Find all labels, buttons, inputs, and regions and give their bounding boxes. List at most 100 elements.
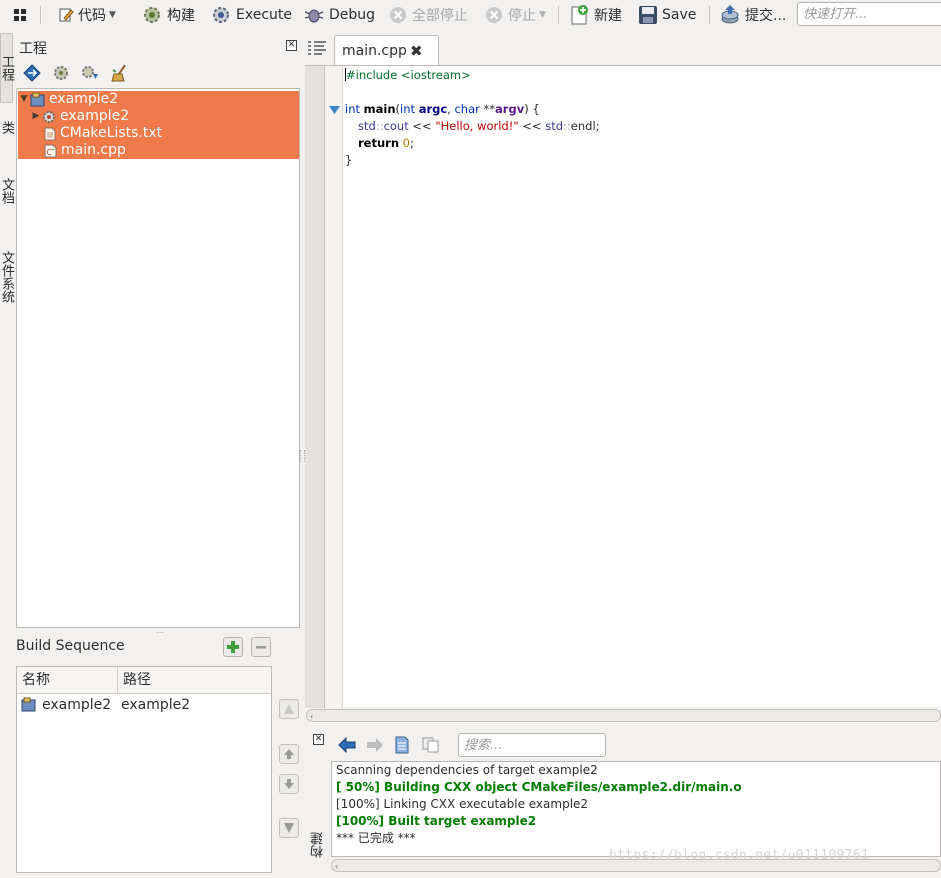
main-toolbar: 代码 ▼ 构建 Execute Debug 全部停止 停止 ▼ 新建 Save … — [0, 0, 941, 30]
editor-horizontal-scrollbar[interactable]: ‹ — [306, 709, 941, 722]
project-icon — [30, 92, 45, 107]
move-to-bottom-button[interactable] — [279, 818, 299, 838]
pencil-icon — [59, 8, 74, 22]
build-label: 构建 — [167, 8, 195, 24]
copy-icon[interactable] — [422, 737, 440, 753]
fold-arrow-icon[interactable] — [329, 106, 340, 114]
arrow-right-icon[interactable] — [366, 737, 384, 753]
tree-item-main-cpp[interactable]: C + main.cpp — [18, 142, 299, 159]
execute-button[interactable]: Execute — [210, 3, 292, 27]
tab-documents-label: 文档 — [0, 177, 14, 204]
code-token: int — [345, 102, 360, 116]
toolbar-divider — [558, 6, 559, 24]
code-menu-label: 代码 — [78, 8, 106, 24]
stop-icon — [486, 7, 502, 23]
code-token: << — [408, 119, 436, 133]
commit-label: 提交... — [745, 8, 787, 24]
debug-label: Debug — [329, 7, 376, 23]
plus-icon — [227, 641, 239, 653]
stop-button[interactable]: 停止 ▼ — [484, 3, 546, 27]
minus-icon — [256, 646, 266, 649]
code-area[interactable]: #include <iostream> int main(int argc, c… — [345, 67, 600, 169]
move-to-top-button[interactable] — [279, 699, 299, 719]
code-line: #include <iostream> — [345, 67, 600, 84]
scroll-left-icon[interactable]: ‹ — [335, 863, 338, 871]
project-panel-header: 工程 ✕ — [16, 36, 301, 57]
tab-project-label: 工程 — [0, 55, 14, 81]
bug-icon — [304, 9, 324, 23]
code-token: ; — [410, 136, 414, 150]
resize-grip[interactable]: ⋯ — [156, 628, 164, 637]
column-header-path[interactable]: 路径 — [117, 667, 271, 694]
build-output-log[interactable]: Scanning dependencies of target example2… — [331, 761, 941, 857]
tree-item-cmakelists[interactable]: CMakeLists.txt — [18, 125, 299, 142]
tab-project[interactable]: 工程 — [0, 33, 14, 103]
code-token: std — [358, 119, 376, 133]
output-line: Scanning dependencies of target example2 — [336, 763, 598, 777]
debug-button[interactable]: Debug — [303, 3, 375, 27]
move-top-icon — [284, 704, 294, 714]
code-menu-button[interactable]: 代码 ▼ — [58, 3, 116, 27]
arrow-left-icon[interactable] — [338, 737, 356, 753]
cpp-file-icon: C + — [44, 144, 57, 157]
arrow-up-icon — [284, 749, 294, 759]
reload-gear-icon[interactable] — [80, 64, 100, 82]
code-line: return 0; — [345, 135, 600, 152]
code-token: #include <iostream> — [346, 68, 471, 82]
quick-open-input[interactable] — [797, 2, 941, 26]
code-token: return — [358, 136, 400, 150]
column-header-name[interactable]: 名称 — [17, 667, 117, 694]
remove-from-build-sequence-button[interactable] — [251, 637, 271, 657]
tab-documents[interactable]: 文档 — [0, 163, 14, 218]
clean-broom-icon[interactable] — [110, 64, 130, 82]
stop-all-button[interactable]: 全部停止 — [388, 3, 468, 27]
project-panel-toolbar — [22, 64, 130, 84]
close-tab-icon[interactable]: ✖ — [410, 36, 423, 66]
area-switcher-button[interactable] — [13, 3, 27, 27]
document-list-icon[interactable] — [307, 40, 327, 56]
project-tree: ▼ example2 ▶ example2 CMakeLists.txt C +… — [16, 88, 300, 628]
new-file-button[interactable]: 新建 — [568, 3, 622, 27]
code-line: std::cout << "Hello, world!" << std::end… — [345, 118, 600, 135]
move-down-button[interactable] — [279, 774, 299, 794]
output-line: *** 已完成 *** — [336, 831, 416, 845]
code-token: ) { — [524, 102, 540, 116]
svg-text:+: + — [51, 147, 55, 153]
tab-build-output[interactable]: 构建 — [309, 832, 326, 858]
commit-button[interactable]: 提交... — [719, 3, 786, 27]
tab-main-cpp[interactable]: main.cpp ✖ — [334, 35, 439, 66]
tree-item-label: main.cpp — [61, 142, 126, 158]
document-icon[interactable] — [394, 736, 410, 754]
save-button[interactable]: Save — [638, 3, 696, 27]
build-gear-icon — [144, 7, 160, 23]
move-bottom-icon — [284, 823, 294, 833]
collapse-arrow-icon[interactable]: ▶ — [30, 108, 42, 125]
close-icon[interactable]: ✕ — [313, 734, 324, 745]
new-file-label: 新建 — [594, 8, 622, 24]
add-to-build-sequence-button[interactable] — [223, 637, 243, 657]
move-up-button[interactable] — [279, 744, 299, 764]
code-token: argc — [418, 102, 448, 116]
close-icon[interactable]: ✕ — [286, 40, 297, 51]
code-token: std — [545, 119, 564, 133]
expand-arrow-icon[interactable]: ▼ — [18, 91, 30, 108]
build-button[interactable]: 构建 — [141, 3, 195, 27]
save-label: Save — [662, 7, 697, 23]
tab-filesystem-label: 文件系统 — [0, 251, 14, 303]
tab-filesystem[interactable]: 文件系统 — [0, 231, 14, 323]
sync-selection-icon[interactable] — [22, 64, 42, 82]
code-editor[interactable]: #include <iostream> int main(int argc, c… — [305, 65, 941, 708]
project-settings-gear-icon[interactable] — [52, 64, 70, 82]
watermark: https://blog.csdn.net/u011109761 — [609, 848, 870, 863]
output-search-input[interactable] — [458, 733, 606, 757]
tree-item-target[interactable]: ▶ example2 — [18, 108, 299, 125]
code-token: 0 — [402, 136, 410, 150]
code-line: int main(int argc, char **argv) { — [345, 101, 600, 118]
tree-item-project[interactable]: ▼ example2 — [18, 91, 299, 108]
toolbar-divider — [709, 6, 710, 24]
text-file-icon — [44, 127, 56, 140]
stop-all-icon — [390, 7, 406, 23]
tab-classes[interactable]: 类 — [0, 107, 14, 147]
commit-upload-icon — [721, 5, 739, 24]
scroll-left-icon[interactable]: ‹ — [310, 713, 313, 721]
